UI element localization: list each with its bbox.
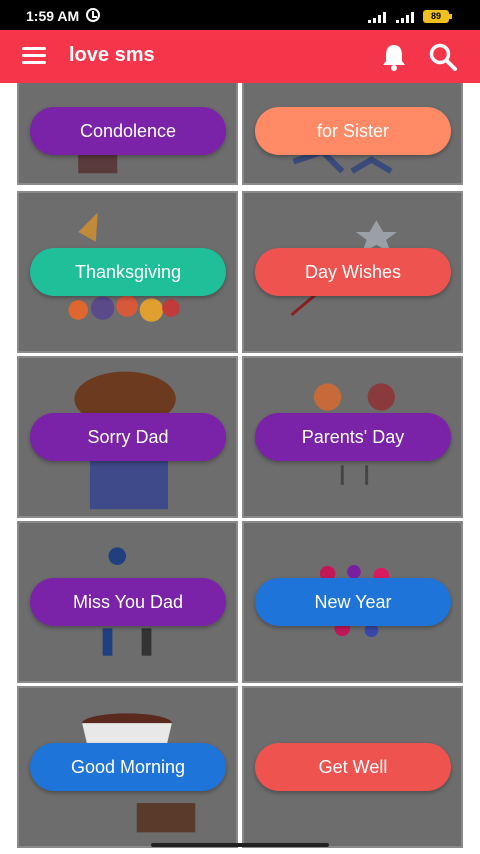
signal-icon [396, 11, 418, 23]
category-tile[interactable]: New Year [242, 521, 463, 683]
category-tile[interactable]: Parents' Day [242, 356, 463, 518]
category-button[interactable]: Good Morning [30, 743, 226, 791]
battery-level: 89 [430, 11, 441, 21]
category-button[interactable]: Day Wishes [255, 248, 451, 296]
category-tile[interactable]: Condolence [17, 83, 238, 185]
category-tile[interactable]: Good Morning [17, 686, 238, 848]
app-title: love sms [69, 44, 155, 66]
search-icon[interactable] [428, 42, 458, 72]
category-tile[interactable]: Sorry Dad [17, 356, 238, 518]
category-tile[interactable]: for Sister [242, 83, 463, 185]
signal-icon [368, 11, 390, 23]
app-bar: love sms [0, 30, 480, 83]
category-tile[interactable]: Thanksgiving [17, 191, 238, 353]
bell-icon[interactable] [380, 42, 408, 72]
alarm-icon [86, 8, 100, 22]
category-button[interactable]: New Year [255, 578, 451, 626]
category-button[interactable]: Condolence [30, 107, 226, 155]
category-grid: Condolence for Sister Thanksgiving Day W… [0, 83, 480, 854]
category-button[interactable]: Parents' Day [255, 413, 451, 461]
menu-icon[interactable] [22, 47, 46, 65]
category-button[interactable]: Miss You Dad [30, 578, 226, 626]
battery-icon: 89 [423, 10, 452, 23]
status-bar: 1:59 AM 89 [0, 0, 480, 30]
category-tile[interactable]: Get Well [242, 686, 463, 848]
category-tile[interactable]: Miss You Dad [17, 521, 238, 683]
category-tile[interactable]: Day Wishes [242, 191, 463, 353]
home-indicator[interactable] [151, 843, 329, 847]
category-button[interactable]: for Sister [255, 107, 451, 155]
status-time: 1:59 AM [26, 8, 80, 24]
category-button[interactable]: Sorry Dad [30, 413, 226, 461]
category-button[interactable]: Thanksgiving [30, 248, 226, 296]
category-button[interactable]: Get Well [255, 743, 451, 791]
